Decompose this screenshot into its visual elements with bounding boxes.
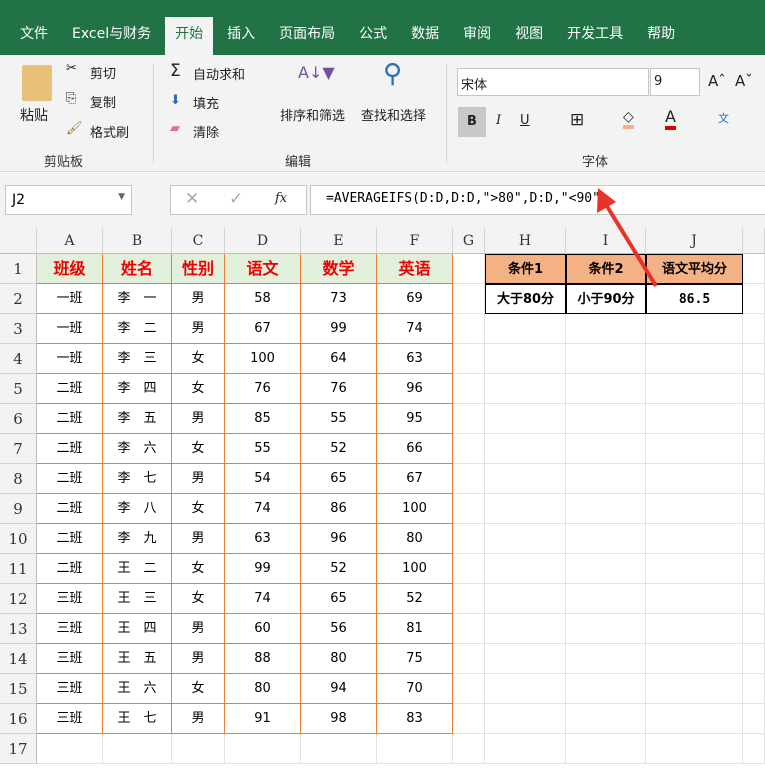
- red-arrow-annotation: [597, 188, 658, 288]
